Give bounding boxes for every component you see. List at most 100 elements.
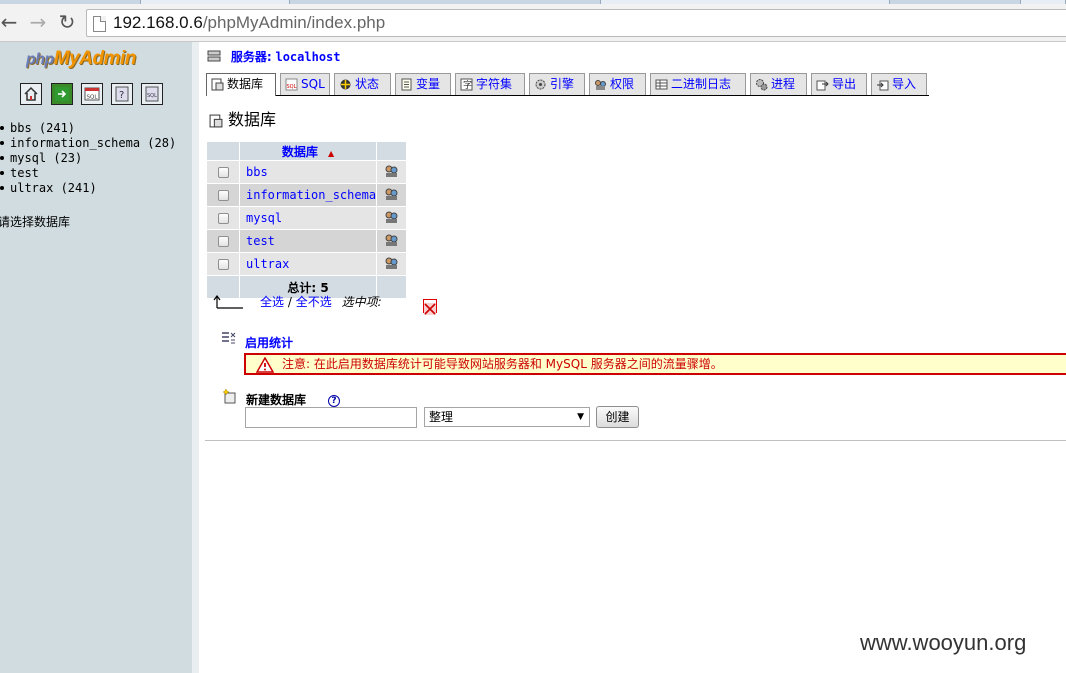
docs-help-icon[interactable]: ?	[111, 83, 133, 105]
address-bar[interactable]: 192.168.0.6/phpMyAdmin/index.php	[86, 9, 1066, 37]
row-checkbox[interactable]	[217, 236, 229, 247]
help-icon[interactable]: ?	[328, 395, 340, 407]
collation-selected-value: 整理	[429, 410, 454, 424]
svg-text:SQL: SQL	[87, 95, 99, 101]
database-list-item[interactable]: test	[0, 166, 176, 181]
database-list-item[interactable]: mysql (23)	[0, 151, 176, 166]
watermark: www.wooyun.org	[860, 630, 1027, 655]
engine-icon	[535, 79, 546, 90]
database-name-cell[interactable]: test	[240, 230, 377, 252]
browser-tab[interactable]	[1020, 0, 1066, 4]
row-checkbox-cell	[207, 161, 239, 183]
sql-query-icon[interactable]: SQL	[81, 83, 103, 105]
frame-divider[interactable]	[192, 42, 199, 673]
tab-label: 状态	[355, 77, 380, 91]
tab-status[interactable]: 状态	[334, 73, 391, 95]
home-icon[interactable]	[20, 83, 42, 105]
tab-databases[interactable]: 数据库	[206, 73, 276, 96]
row-checkbox[interactable]	[217, 259, 229, 270]
database-link[interactable]: bbs (241)	[10, 121, 75, 135]
database-name-cell[interactable]: information_schema	[240, 184, 377, 206]
browser-tab[interactable]	[600, 0, 890, 4]
chevron-down-icon: ▼	[577, 412, 584, 422]
database-name-cell[interactable]: mysql	[240, 207, 377, 229]
create-database-button[interactable]: 创建	[596, 406, 639, 428]
check-privileges-cell	[377, 230, 407, 252]
variables-icon	[401, 78, 412, 91]
import-icon	[877, 80, 889, 91]
tab-label: 进程	[771, 77, 796, 91]
database-link[interactable]: information_schema (28)	[10, 136, 176, 150]
binlog-icon	[655, 79, 668, 90]
unselect-all-link[interactable]: 全不选	[296, 295, 332, 309]
phpmyadmin-logo[interactable]: phpMyAdmin	[26, 48, 136, 70]
tab-sql[interactable]: SQL SQL	[280, 73, 330, 95]
link-separator: /	[287, 295, 292, 309]
url-path: /phpMyAdmin/index.php	[202, 13, 386, 32]
row-checkbox[interactable]	[217, 213, 229, 224]
logo-myadmin: MyAdmin	[53, 48, 137, 69]
table-header-row: 数据库 ▲	[207, 142, 407, 160]
database-link[interactable]: test	[10, 166, 39, 180]
sql-docs-icon[interactable]: SQL	[141, 83, 163, 105]
row-checkbox[interactable]	[217, 167, 229, 178]
database-list-item[interactable]: ultrax (241)	[0, 181, 176, 196]
row-checkbox-cell	[207, 253, 239, 275]
new-database-name-input[interactable]	[245, 407, 417, 428]
header-database-label: 数据库	[281, 144, 318, 159]
database-link[interactable]: ultrax (241)	[10, 181, 97, 195]
forward-button[interactable]: →	[26, 10, 50, 34]
reload-button[interactable]: ↻	[55, 10, 79, 34]
row-checkbox[interactable]	[217, 190, 229, 201]
privileges-icon	[595, 80, 606, 90]
divider	[205, 440, 1066, 441]
tab-import[interactable]: 导入	[871, 73, 927, 95]
check-privileges-cell	[377, 184, 407, 206]
check-privileges-cell	[377, 207, 407, 229]
drop-selected-button[interactable]	[423, 299, 437, 315]
tab-export[interactable]: 导出	[811, 73, 867, 95]
header-checkbox-cell	[207, 142, 239, 160]
warning-icon	[256, 357, 274, 373]
tab-engines[interactable]: 引擎	[529, 73, 585, 95]
check-privileges-icon[interactable]	[384, 187, 399, 201]
server-link[interactable]: localhost	[275, 50, 340, 64]
drop-icon	[424, 303, 436, 315]
tab-label: 字符集	[476, 77, 513, 91]
collation-select[interactable]: 整理 ▼	[424, 407, 590, 427]
select-all-link[interactable]: 全选	[260, 295, 284, 309]
exit-icon[interactable]	[51, 83, 73, 105]
database-icon	[209, 114, 223, 127]
status-icon	[340, 79, 351, 90]
tab-binary-log[interactable]: 二进制日志	[650, 73, 746, 95]
database-list-item[interactable]: information_schema (28)	[0, 136, 176, 151]
database-link[interactable]: mysql (23)	[10, 151, 82, 165]
check-privileges-icon[interactable]	[384, 164, 399, 178]
database-name-cell[interactable]: bbs	[240, 161, 377, 183]
tab-charsets[interactable]: 字 字符集	[455, 73, 525, 95]
check-privileges-icon[interactable]	[384, 256, 399, 270]
tab-label: 二进制日志	[671, 77, 732, 91]
back-button[interactable]: ←	[0, 10, 21, 34]
tab-label: SQL	[301, 77, 325, 91]
new-database-icon	[222, 388, 236, 404]
top-tabs: 数据库 SQL SQL 状态 变量 字 字符集 引擎 权限 二进制日志 进程 导…	[206, 73, 929, 96]
statistics-icon	[222, 332, 236, 344]
logo-php: php	[26, 51, 54, 68]
tab-processes[interactable]: 进程	[750, 73, 807, 95]
page-title: 数据库	[209, 106, 276, 130]
browser-tab[interactable]	[140, 0, 290, 4]
database-name-cell[interactable]: ultrax	[240, 253, 377, 275]
header-database[interactable]: 数据库 ▲	[240, 142, 377, 160]
row-checkbox-cell	[207, 184, 239, 206]
check-privileges-icon[interactable]	[384, 233, 399, 247]
tab-label: 引擎	[550, 77, 575, 91]
enable-statistics-link[interactable]: 启用统计	[245, 334, 293, 351]
export-icon	[816, 80, 829, 91]
url-text[interactable]: 192.168.0.6/phpMyAdmin/index.php	[113, 13, 385, 33]
tab-variables[interactable]: 变量	[395, 73, 451, 95]
database-list-item[interactable]: bbs (241)	[0, 121, 176, 136]
tab-privileges[interactable]: 权限	[589, 73, 646, 95]
database-table: 数据库 ▲ bbs information_schema mysql test …	[206, 141, 407, 299]
check-privileges-icon[interactable]	[384, 210, 399, 224]
